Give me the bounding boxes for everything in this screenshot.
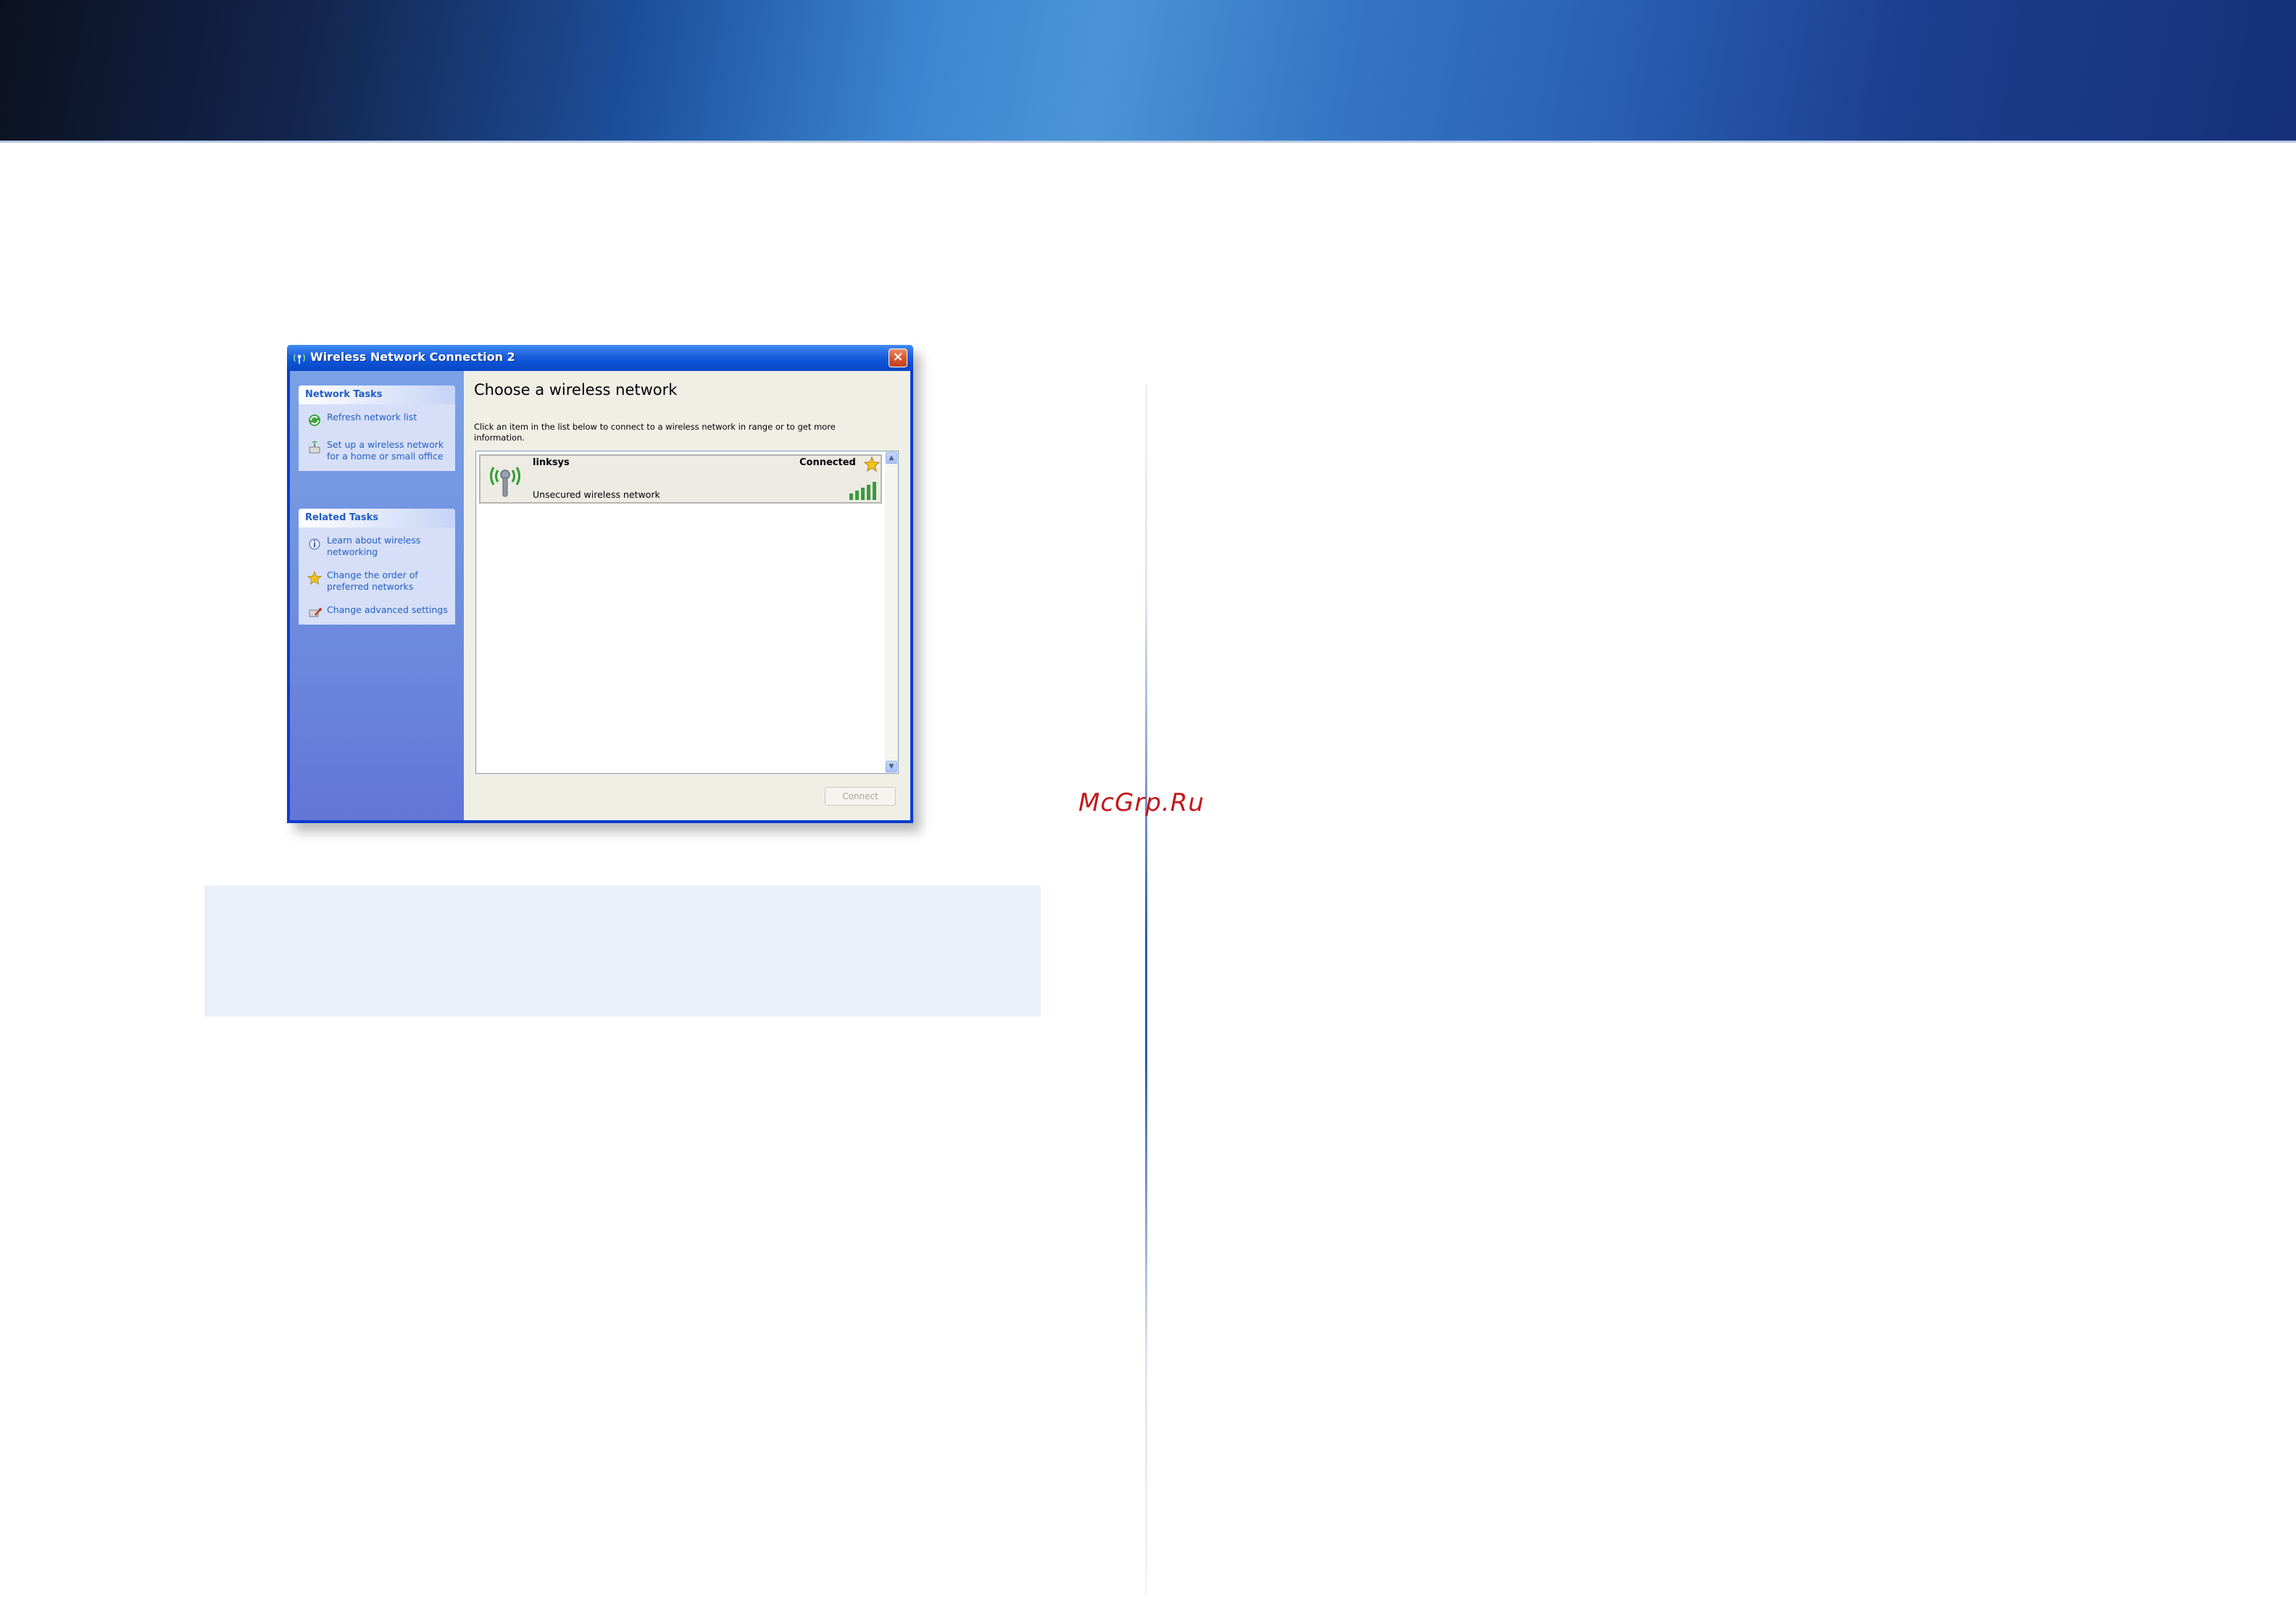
learn-wireless-networking-link[interactable]: Learn about wireless networking xyxy=(299,530,455,562)
task-label: Change the order of preferred networks xyxy=(327,570,418,592)
content-heading: Choose a wireless network xyxy=(474,381,678,399)
network-security-text: Unsecured wireless network xyxy=(533,489,660,500)
dialog-body: Network Tasks Refresh network list Set u… xyxy=(290,371,910,820)
network-tasks-header: Network Tasks xyxy=(299,385,455,404)
chevron-down-icon: ▼ xyxy=(889,763,894,770)
list-scrollbar[interactable]: ▲ ▼ xyxy=(885,451,898,773)
connect-button[interactable]: Connect xyxy=(825,787,896,806)
close-icon: × xyxy=(892,349,904,364)
watermark-text: McGrp.Ru xyxy=(1078,788,1205,817)
close-button[interactable]: × xyxy=(889,349,907,367)
scroll-up-button[interactable]: ▲ xyxy=(886,452,897,464)
setup-network-icon xyxy=(309,441,320,454)
related-tasks-group: Related Tasks Learn about wireless netwo… xyxy=(299,509,455,625)
network-tasks-group: Network Tasks Refresh network list Set u… xyxy=(299,385,455,471)
content-instructions: Click an item in the list below to conne… xyxy=(474,422,836,443)
network-ssid: linksys xyxy=(533,457,570,468)
chevron-up-icon: ▲ xyxy=(889,454,894,462)
setup-wireless-network-link[interactable]: Set up a wireless network for a home or … xyxy=(299,435,455,467)
task-pane: Network Tasks Refresh network list Set u… xyxy=(290,371,464,820)
wireless-antenna-icon xyxy=(294,354,305,364)
content-pane: Choose a wireless network Click an item … xyxy=(464,371,910,820)
related-tasks-header: Related Tasks xyxy=(299,509,455,527)
refresh-icon xyxy=(309,414,320,426)
settings-icon xyxy=(309,608,322,617)
wireless-network-dialog: Wireless Network Connection 2 × Network … xyxy=(287,345,913,823)
dialog-titlebar[interactable]: Wireless Network Connection 2 × xyxy=(287,345,913,371)
signal-strength-icon xyxy=(849,482,876,500)
scroll-down-button[interactable]: ▼ xyxy=(886,761,897,772)
star-icon xyxy=(307,570,323,585)
change-advanced-settings-link[interactable]: Change advanced settings xyxy=(299,600,455,620)
task-label: Refresh network list xyxy=(327,412,417,422)
refresh-network-list-link[interactable]: Refresh network list xyxy=(299,407,455,427)
change-preferred-order-link[interactable]: Change the order of preferred networks xyxy=(299,565,455,597)
column-divider xyxy=(1145,384,1147,1594)
info-icon xyxy=(309,538,320,550)
network-status: Connected xyxy=(799,457,856,468)
preferred-network-star-icon xyxy=(863,456,881,472)
manual-page: Wireless Network Connection 2 × Network … xyxy=(0,0,2296,1610)
dialog-title: Wireless Network Connection 2 xyxy=(310,350,515,364)
task-label: Learn about wireless networking xyxy=(327,535,421,557)
task-label: Set up a wireless network for a home or … xyxy=(327,439,444,462)
header-banner xyxy=(0,0,2296,143)
task-label: Change advanced settings xyxy=(327,604,448,615)
wireless-antenna-icon xyxy=(490,467,520,497)
note-box xyxy=(204,885,1041,1017)
network-list-item[interactable]: linksys Connected Unsecured wireless net… xyxy=(479,454,882,504)
network-list[interactable]: linksys Connected Unsecured wireless net… xyxy=(475,451,899,774)
